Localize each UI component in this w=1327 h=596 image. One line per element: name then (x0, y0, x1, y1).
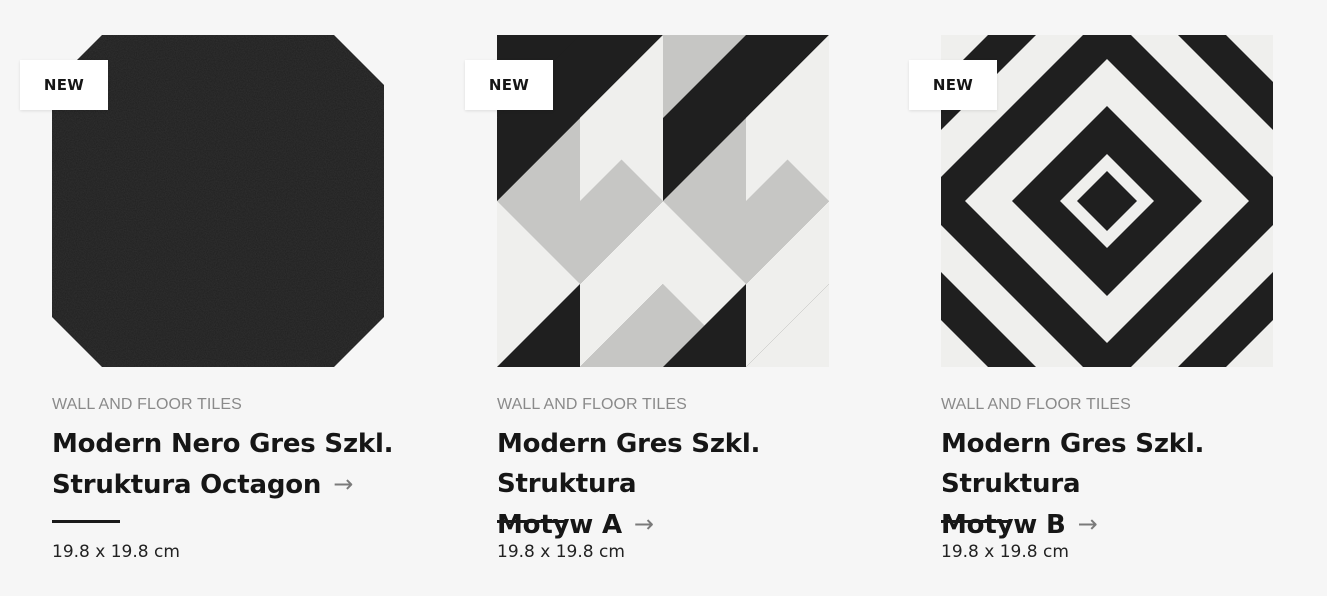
product-size: 19.8 x 19.8 cm (52, 542, 180, 562)
product-card: NEW WALL AND FLOOR TILES Modern Gres Szk… (465, 0, 897, 596)
product-size: 19.8 x 19.8 cm (497, 542, 625, 562)
product-category: WALL AND FLOOR TILES (941, 396, 1131, 413)
product-title-link[interactable]: Modern Gres Szkl. Struktura Motyw A → (497, 424, 887, 545)
product-card: NEW WALL AND FLOOR TILES Modern Nero Gre… (20, 0, 452, 596)
product-title-line2: Struktura Octagon (52, 470, 322, 500)
product-grid: NEW WALL AND FLOOR TILES Modern Nero Gre… (0, 0, 1327, 596)
product-title-line1: Modern Gres Szkl. Struktura (941, 429, 1205, 499)
arrow-right-icon: → (1077, 510, 1098, 538)
product-title-line2: Motyw A (497, 510, 622, 540)
product-title-line1: Modern Gres Szkl. Struktura (497, 429, 761, 499)
product-card: NEW WALL AND FLOOR TILES Modern Gres Szk… (909, 0, 1327, 596)
arrow-right-icon: → (633, 510, 654, 538)
product-size: 19.8 x 19.8 cm (941, 542, 1069, 562)
new-badge: NEW (909, 60, 997, 110)
product-category: WALL AND FLOOR TILES (52, 396, 242, 413)
divider (52, 520, 120, 523)
product-title-link[interactable]: Modern Gres Szkl. Struktura Motyw B → (941, 424, 1327, 545)
divider (497, 520, 565, 523)
product-category: WALL AND FLOOR TILES (497, 396, 687, 413)
arrow-right-icon: → (333, 470, 354, 498)
divider (941, 520, 1009, 523)
new-badge: NEW (465, 60, 553, 110)
new-badge: NEW (20, 60, 108, 110)
product-title-line1: Modern Nero Gres Szkl. (52, 429, 394, 459)
product-title-line2: Motyw B (941, 510, 1066, 540)
product-title-link[interactable]: Modern Nero Gres Szkl. Struktura Octagon… (52, 424, 442, 505)
